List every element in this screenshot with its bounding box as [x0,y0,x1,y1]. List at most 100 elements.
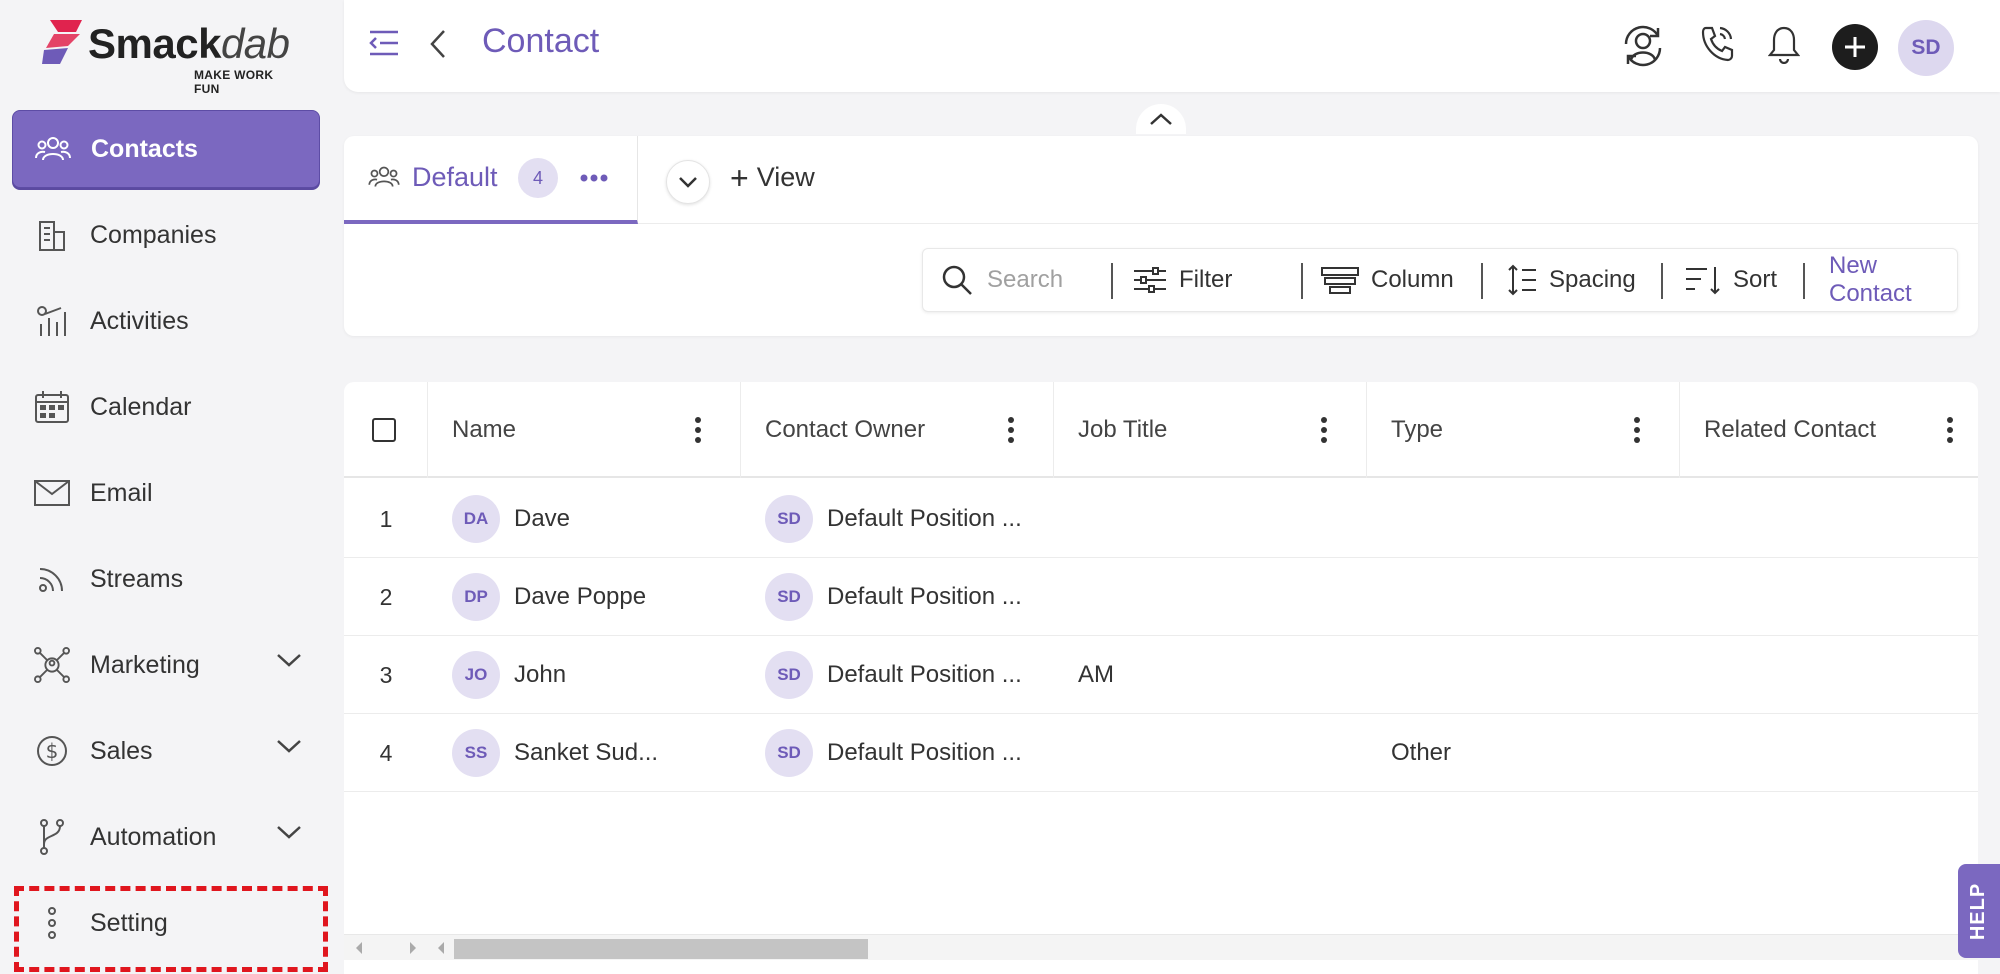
scrollbar-thumb[interactable] [454,939,868,959]
sidebar-item-sales[interactable]: $ Sales [12,712,320,790]
contact-owner: Default Position ... [827,739,1022,766]
sidebar-item-label: Companies [90,220,217,249]
table-row[interactable]: 3 JO John SD Default Position ... AM [344,636,1978,714]
chevron-down-icon [679,177,697,188]
user-avatar[interactable]: SD [1898,20,1954,76]
contact-owner-cell[interactable]: SD Default Position ... [765,636,1022,714]
envelope-icon [34,475,70,511]
top-header: Contact SD [344,0,2000,92]
sort-label: Sort [1733,266,1778,293]
avatar: SS [452,729,500,777]
column-menu-icon[interactable] [1633,416,1641,444]
contact-owner-cell[interactable]: SD Default Position ... [765,558,1022,636]
sidebar-item-label: Streams [90,564,184,593]
bell-icon[interactable] [1768,24,1800,64]
column-menu-icon[interactable] [694,416,702,444]
sidebar-item-calendar[interactable]: Calendar [12,368,320,446]
contact-name-cell[interactable]: SS Sanket Sud... [452,714,658,792]
scroll-right-arrow-icon[interactable] [408,941,418,955]
column-header-contact-owner[interactable]: Contact Owner [741,382,1054,478]
table-row[interactable]: 4 SS Sanket Sud... SD Default Position .… [344,714,1978,792]
sidebar-item-streams[interactable]: Streams [12,540,320,618]
column-header-related-contact[interactable]: Related Contact [1680,382,1978,478]
sidebar-item-label: Contacts [91,134,198,163]
view-count-badge: 4 [518,158,558,198]
contact-name-cell[interactable]: DP Dave Poppe [452,558,646,636]
contact-name-cell[interactable]: JO John [452,636,566,714]
phone-icon[interactable] [1700,24,1734,62]
brand-logo[interactable]: Smackdab MAKE WORK FUN [40,18,300,96]
avatar: SD [765,573,813,621]
activities-icon [34,303,70,339]
search-icon [942,265,972,295]
help-label: HELP [1967,882,1990,940]
select-all-checkbox[interactable] [372,418,396,442]
avatar: DP [452,573,500,621]
avatar: SD [765,651,813,699]
sort-icon [1686,267,1720,295]
spacing-button[interactable]: Spacing [1507,249,1636,311]
sidebar-item-label: Marketing [90,650,200,679]
column-menu-icon[interactable] [1946,416,1954,444]
scroll-left-arrow-icon[interactable] [436,941,446,955]
view-tabs: Default 4 + View [344,136,1978,224]
row-number: 4 [379,739,393,766]
view-tab-label: Default [412,162,498,192]
sidebar-item-label: Automation [90,822,217,851]
back-arrow-icon[interactable] [428,28,448,60]
collapse-menu-icon[interactable] [368,28,400,58]
contact-owner: Default Position ... [827,505,1022,532]
new-contact-button[interactable]: New Contact [1829,249,1957,311]
column-header-name[interactable]: Name [428,382,741,478]
table-row[interactable]: 1 DA Dave SD Default Position ... [344,480,1978,558]
column-header-job-title[interactable]: Job Title [1054,382,1367,478]
column-menu-icon[interactable] [1007,416,1015,444]
avatar: SD [765,729,813,777]
sidebar: Smackdab MAKE WORK FUN Contacts Companie… [0,0,344,974]
toolbar-divider [1301,263,1303,299]
chevron-down-icon[interactable] [276,738,302,754]
sidebar-item-contacts[interactable]: Contacts [12,110,320,188]
new-contact-label: New Contact [1829,252,1912,307]
sidebar-item-activities[interactable]: Activities [12,282,320,360]
contact-owner-cell[interactable]: SD Default Position ... [765,714,1022,792]
add-view-label: View [756,162,815,192]
calendar-icon [34,389,70,425]
network-icon [34,647,70,683]
sidebar-item-email[interactable]: Email [12,454,320,532]
tab-default-view[interactable]: Default 4 [344,136,638,224]
help-button[interactable]: HELP [1958,864,2000,958]
contact-name-cell[interactable]: DA Dave [452,480,570,558]
add-view-button[interactable]: + View [730,162,815,194]
sidebar-item-automation[interactable]: Automation [12,798,320,876]
contacts-icon [368,166,400,187]
views-dropdown-button[interactable] [666,160,710,204]
search-box[interactable]: Search [941,249,1063,311]
table-row[interactable]: 2 DP Dave Poppe SD Default Position ... [344,558,1978,636]
collapse-header-toggle[interactable] [1136,104,1186,134]
type-cell[interactable]: Other [1391,714,1451,792]
column-menu-icon[interactable] [1320,416,1328,444]
filter-button[interactable]: Filter [1133,249,1232,311]
horizontal-scrollbar[interactable] [344,934,1978,960]
dollar-icon: $ [34,733,70,769]
user-sync-icon[interactable] [1620,24,1666,68]
chevron-down-icon[interactable] [276,824,302,840]
sidebar-item-marketing[interactable]: Marketing [12,626,320,704]
search-input[interactable]: Search [987,266,1063,294]
chevron-down-icon[interactable] [276,652,302,668]
job-title-cell[interactable]: AM [1078,636,1114,714]
sidebar-item-label: Activities [90,306,189,335]
contact-owner-cell[interactable]: SD Default Position ... [765,480,1022,558]
contact-owner: Default Position ... [827,661,1022,688]
contact-name: Dave Poppe [514,583,647,610]
sort-button[interactable]: Sort [1685,249,1777,311]
scroll-left-arrow-icon[interactable] [354,941,364,955]
add-button[interactable] [1832,24,1878,70]
row-number: 1 [379,505,393,532]
building-icon [34,217,70,253]
more-horizontal-icon[interactable] [580,174,608,182]
column-button[interactable]: Column [1321,249,1454,311]
column-header-type[interactable]: Type [1367,382,1680,478]
sidebar-item-companies[interactable]: Companies [12,196,320,274]
